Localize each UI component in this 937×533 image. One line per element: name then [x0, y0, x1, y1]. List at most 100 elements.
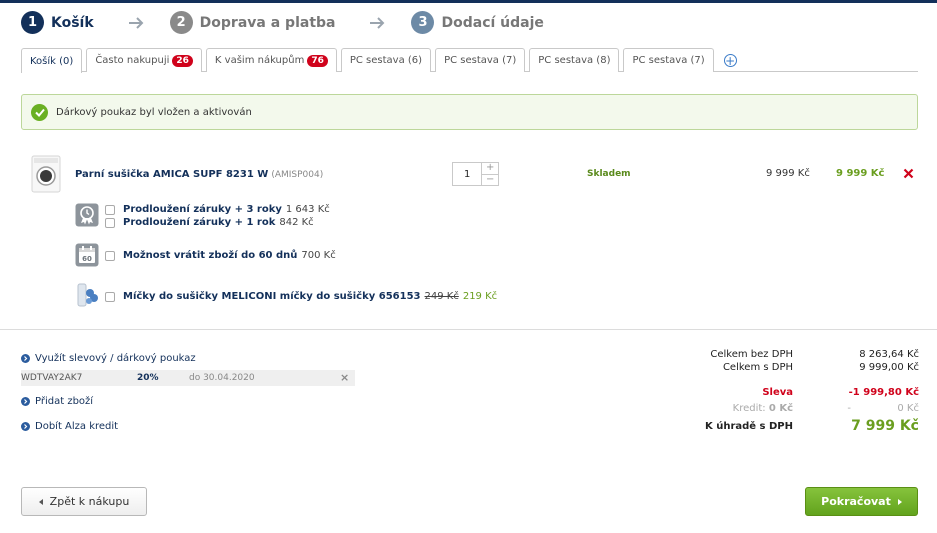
dryer-balls-icon [75, 283, 99, 307]
voucher-row: WDTVAY2AK7 20% do 30.04.2020 × [21, 370, 355, 386]
tab-pc-set-4[interactable]: PC sestava (7) [623, 48, 714, 72]
tab-cart[interactable]: Košík (0) [21, 48, 83, 73]
link-label[interactable]: Využít slevový / dárkový poukaz [35, 353, 196, 364]
back-to-shopping-button[interactable]: Zpět k nákupu [21, 487, 147, 516]
remove-icon[interactable] [903, 168, 914, 179]
service-return-60[interactable]: Možnost vrátit zboží do 60 dnů 700 Kč [105, 250, 336, 261]
quantity-stepper[interactable]: 1 + − [452, 162, 499, 186]
link-label[interactable]: Přidat zboží [35, 396, 93, 407]
total-without-vat-label: Celkem bez DPH [710, 349, 793, 360]
calendar-60-icon: 60 [75, 243, 99, 267]
add-tab-icon[interactable]: + [723, 54, 737, 67]
step-label: Košík [51, 14, 94, 31]
to-pay-value: 7 999 Kč [851, 418, 919, 434]
checkbox[interactable] [105, 217, 115, 228]
button-label: Zpět k nákupu [49, 495, 130, 508]
service-label: Prodloužení záruky + 1 rok [123, 217, 276, 228]
tab-label: PC sestava (7) [632, 55, 705, 66]
total-price: 9 999 Kč [836, 168, 885, 179]
step-number: 3 [411, 11, 435, 34]
total-with-vat-label: Celkem s DPH [722, 362, 793, 373]
credit-value: 0 Kč [768, 403, 793, 414]
credit-dash: - [847, 403, 851, 414]
topup-credit-link[interactable]: Dobít Alza kredit [21, 421, 118, 432]
credit-total: 0 Kč [897, 403, 919, 414]
step-number: 1 [21, 11, 44, 34]
voucher-discount: 20% [137, 373, 159, 383]
tab-pc-set-1[interactable]: PC sestava (6) [340, 48, 432, 72]
minus-icon[interactable]: − [482, 173, 498, 186]
tab-pc-set-3[interactable]: PC sestava (8) [529, 48, 620, 72]
service-price: 842 Kč [279, 217, 314, 228]
step-label: Dodací údaje [441, 14, 544, 31]
chevron-right-icon [21, 397, 30, 406]
svg-text:60: 60 [82, 255, 92, 263]
caret-left-icon [38, 498, 43, 505]
count-badge: 76 [307, 54, 328, 67]
discount-label: Sleva [762, 387, 793, 398]
remove-voucher-icon[interactable]: × [340, 371, 349, 384]
count-badge: 26 [172, 54, 193, 67]
tab-label: K vašim nákupům [214, 55, 305, 66]
product-name[interactable]: Parní sušička AMICA SUPF 8231 W (AMISP004… [75, 169, 323, 180]
step-shipping[interactable]: 2 Doprava a platba [169, 11, 336, 34]
service-label: Prodloužení záruky + 3 roky [123, 204, 282, 215]
step-label: Doprava a platba [199, 14, 336, 31]
service-price: 700 Kč [301, 250, 336, 261]
service-label: Možnost vrátit zboží do 60 dnů [123, 250, 298, 261]
checkbox[interactable] [105, 291, 115, 302]
alert-text: Dárkový poukaz byl vložen a aktivován [56, 106, 252, 118]
voucher-code: WDTVAY2AK7 [21, 373, 83, 383]
accessory-label[interactable]: Míčky do sušičky MELICONI míčky do sušič… [123, 291, 421, 302]
tab-label: Často nakupuji [95, 55, 170, 66]
continue-button[interactable]: Pokračovat [805, 487, 918, 516]
total-with-vat: 9 999,00 Kč [859, 362, 919, 373]
tab-for-your-purchases[interactable]: K vašim nákupům 76 [205, 48, 337, 72]
checkbox[interactable] [105, 250, 115, 261]
quantity-input[interactable]: 1 [453, 163, 481, 185]
top-bar [0, 0, 937, 3]
chevron-right-icon [21, 354, 30, 363]
tab-label: Košík (0) [30, 55, 74, 67]
discount-price: 219 Kč [462, 291, 498, 302]
caret-right-icon [897, 498, 902, 505]
link-label[interactable]: Dobít Alza kredit [35, 421, 118, 432]
arrow-right-icon [369, 16, 385, 29]
check-icon [31, 103, 48, 121]
cart-tabs: Košík (0) Často nakupuji 26 K vašim nákup… [21, 48, 737, 73]
service-warranty-3y[interactable]: Prodloužení záruky + 3 roky 1 643 Kč [105, 204, 330, 215]
arrow-right-icon [128, 16, 144, 29]
old-price: 249 Kč [424, 291, 459, 302]
to-pay-label: K úhradě s DPH [704, 421, 793, 432]
step-cart[interactable]: 1 Košík [21, 11, 94, 34]
dryer-product-image[interactable] [31, 155, 61, 193]
tab-pc-set-2[interactable]: PC sestava (7) [435, 48, 526, 72]
stock-status: Skladem [587, 169, 631, 179]
voucher-link[interactable]: Využít slevový / dárkový poukaz [21, 353, 196, 364]
step-delivery[interactable]: 3 Dodací údaje [411, 11, 544, 34]
service-warranty-1y[interactable]: Prodloužení záruky + 1 rok 842 Kč [105, 217, 314, 228]
product-name-text[interactable]: Parní sušička AMICA SUPF 8231 W [75, 169, 268, 180]
success-alert: Dárkový poukaz byl vložen a aktivován [21, 94, 918, 130]
discount-value: -1 999,80 Kč [848, 387, 919, 398]
checkbox[interactable] [105, 204, 115, 215]
tab-often-bought[interactable]: Často nakupuji 26 [86, 48, 202, 72]
step-number: 2 [169, 11, 193, 34]
add-item-link[interactable]: Přidat zboží [21, 396, 93, 407]
chevron-right-icon [21, 422, 30, 431]
product-code: (AMISP004) [271, 170, 324, 180]
credit-label-text: Kredit: [732, 403, 766, 414]
voucher-validity: do 30.04.2020 [189, 373, 255, 383]
plus-icon[interactable]: + [482, 163, 498, 174]
tab-label: PC sestava (7) [444, 55, 517, 66]
quantity-buttons: + − [481, 163, 498, 185]
warranty-icon [75, 203, 99, 227]
button-label: Pokračovat [821, 495, 891, 508]
total-without-vat: 8 263,64 Kč [859, 349, 919, 360]
service-price: 1 643 Kč [285, 204, 330, 215]
section-divider [0, 329, 937, 330]
accessory-dryer-balls[interactable]: Míčky do sušičky MELICONI míčky do sušič… [105, 291, 497, 302]
tab-label: PC sestava (8) [538, 55, 611, 66]
credit-label: Kredit: 0 Kč [733, 403, 793, 414]
unit-price: 9 999 Kč [766, 168, 810, 179]
